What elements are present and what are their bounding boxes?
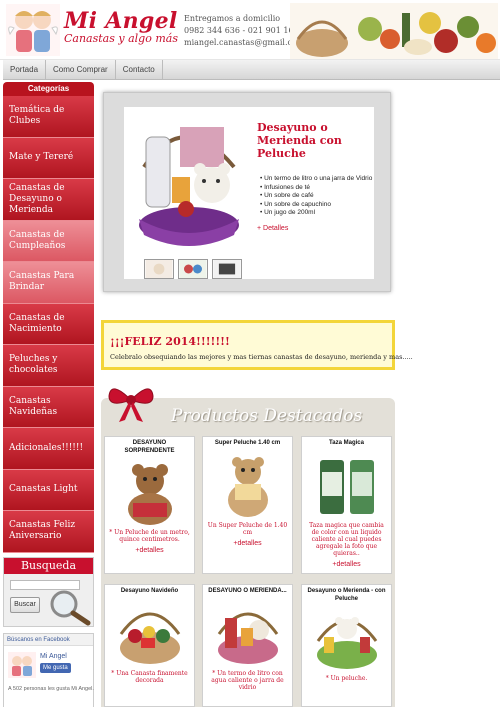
product-description: * Un Peluche de un metro, quince centime…	[109, 529, 190, 543]
sidebar-item-aniversario[interactable]: Canastas Feliz Aniversario	[3, 511, 94, 553]
featured-products: Productos Destacados DESAYUNO SORPRENDEN…	[101, 388, 395, 707]
sidebar-item-adicionales[interactable]: Adicionales!!!!!!	[3, 428, 94, 470]
slide-contents-list: Un termo de litro o una jarra de Vidrio …	[260, 175, 372, 218]
list-item: Un termo de litro o una jarra de Vidrio	[260, 175, 372, 184]
sidebar-item-clubes[interactable]: Temática de Clubes	[3, 96, 94, 138]
site-header: Mi Angel Canastas y algo más Entregamos …	[0, 0, 500, 60]
brand-tagline: Canastas y algo más	[64, 32, 178, 45]
angel-logo-icon[interactable]	[6, 4, 60, 56]
product-details-link[interactable]: +detalles	[105, 547, 194, 554]
product-card[interactable]: Super Peluche 1.40 cm Un Super Peluche d…	[202, 436, 293, 574]
red-bow-icon	[108, 388, 154, 422]
product-title: DESAYUNO O MERIENDA...	[208, 588, 287, 594]
sidebar-item-desayuno[interactable]: Canastas de Desayuno o Merienda	[3, 179, 94, 221]
facebook-widget: Búscanos en Facebook Mi Angel Me gusta A…	[3, 632, 94, 707]
product-description: Un Super Peluche de 1.40 cm	[207, 521, 288, 536]
sidebar: Categorías Temática de Clubes Mate y Ter…	[3, 82, 94, 707]
promo-text: Celebralo obsequiando las mejores y mas …	[110, 353, 413, 361]
product-description: * Una Canasta finamente decorada	[111, 669, 188, 684]
featured-slider: Desayuno o Merienda con Peluche Un termo…	[103, 92, 391, 292]
search-title: Busqueda	[4, 557, 93, 574]
product-card[interactable]: Desayuno Navideño * Una Canasta finament…	[104, 584, 195, 707]
list-item: Un sobre de capuchino	[260, 201, 372, 210]
sidebar-item-cumpleanos[interactable]: Canastas de Cumpleaños	[3, 220, 94, 262]
product-details-link[interactable]: +detalles	[203, 540, 292, 547]
facebook-header: Búscanos en Facebook	[4, 633, 93, 646]
bear-product-image[interactable]	[114, 459, 185, 527]
contact-info: Entregamos a domicilio 0982 344 636 - 02…	[184, 13, 304, 49]
slide-thumbnail[interactable]	[212, 259, 242, 279]
product-card[interactable]: DESAYUNO SORPRENDENTE * Un Peluche de un…	[104, 436, 195, 574]
product-title: Super Peluche 1.40 cm	[214, 440, 281, 446]
sidebar-item-navidenas[interactable]: Canastas Navideñas	[3, 386, 94, 428]
product-title: Desayuno o Merienda - con Peluche	[307, 588, 386, 602]
product-details-link[interactable]: +detalles	[302, 561, 391, 568]
product-card[interactable]: DESAYUNO O MERIENDA... * Un termo de lit…	[202, 584, 293, 707]
product-title: DESAYUNO SORPRENDENTE	[124, 440, 175, 454]
breakfast-basket-image[interactable]	[210, 599, 285, 668]
product-title: Desayuno Navideño	[120, 588, 179, 594]
facebook-like-button[interactable]: Me gusta	[40, 662, 71, 673]
slide-thumbnail[interactable]	[178, 259, 208, 279]
categories-header: Categorías	[3, 82, 94, 96]
product-description: * Un peluche.	[325, 675, 368, 682]
brand[interactable]: Mi Angel Canastas y algo más	[64, 8, 178, 45]
delivery-text: Entregamos a domicilio	[184, 14, 281, 23]
bear-basket-image[interactable]	[309, 607, 384, 673]
list-item: Un sobre de café	[260, 192, 372, 201]
slide-title: Desayuno o Merienda con Peluche	[257, 121, 342, 160]
brand-name: Mi Angel	[64, 8, 178, 34]
products-title: Productos Destacados	[171, 406, 363, 426]
facebook-page-name[interactable]: Mi Angel	[40, 653, 67, 660]
sidebar-item-mate[interactable]: Mate y Tereré	[3, 137, 94, 179]
product-description: Taza magica que cambia de color con un l…	[309, 521, 384, 557]
sidebar-item-light[interactable]: Canastas Light	[3, 469, 94, 511]
phone-text: 0982 344 636 - 021 901 164	[184, 26, 299, 35]
product-card[interactable]: Taza Magica Taza magica que cambia de co…	[301, 436, 392, 574]
slider-thumbnails	[144, 259, 242, 279]
promo-banner: ¡¡¡FELIZ 2014!!!!!!! Celebralo obsequian…	[101, 320, 413, 370]
email-text: miangel.canastas@gmail.com	[184, 38, 305, 47]
nav-contacto[interactable]: Contacto	[116, 60, 163, 79]
header-food-basket-image	[290, 3, 498, 59]
product-description: * Un termo de litro con agua caliente o …	[211, 669, 284, 691]
magnifier-icon	[50, 590, 91, 625]
promo-title: ¡¡¡FELIZ 2014!!!!!!!	[110, 335, 230, 348]
nav-como-comprar[interactable]: Como Comprar	[46, 60, 116, 79]
product-title: Taza Magica	[329, 440, 364, 446]
search-widget: Busqueda Buscar	[3, 556, 94, 627]
slide-thumbnail[interactable]	[144, 259, 174, 279]
sidebar-item-nacimiento[interactable]: Canastas de Nacimiento	[3, 303, 94, 345]
list-item: Infusiones de té	[260, 184, 372, 193]
facebook-page-avatar[interactable]	[8, 651, 36, 678]
breakfast-basket-image[interactable]	[124, 107, 254, 257]
magic-mug-image[interactable]	[311, 451, 382, 520]
slide: Desayuno o Merienda con Peluche Un termo…	[124, 107, 374, 279]
nav-portada[interactable]: Portada	[3, 60, 47, 79]
product-card[interactable]: Desayuno o Merienda - con Peluche * Un p…	[301, 584, 392, 707]
search-button[interactable]: Buscar	[10, 596, 40, 613]
slide-details-link[interactable]: + Detalles	[257, 225, 288, 232]
bear-product-image[interactable]	[212, 451, 283, 520]
christmas-basket-image[interactable]	[112, 599, 187, 668]
facebook-like-count: A 502 personas les gusta Mi Angel.	[8, 685, 94, 692]
sidebar-item-peluches[interactable]: Peluches y chocolates	[3, 345, 94, 387]
sidebar-item-brindar[interactable]: Canastas Para Brindar	[3, 262, 94, 304]
list-item: Un jugo de 200ml	[260, 209, 372, 218]
top-nav: Portada Como Comprar Contacto	[3, 60, 500, 80]
